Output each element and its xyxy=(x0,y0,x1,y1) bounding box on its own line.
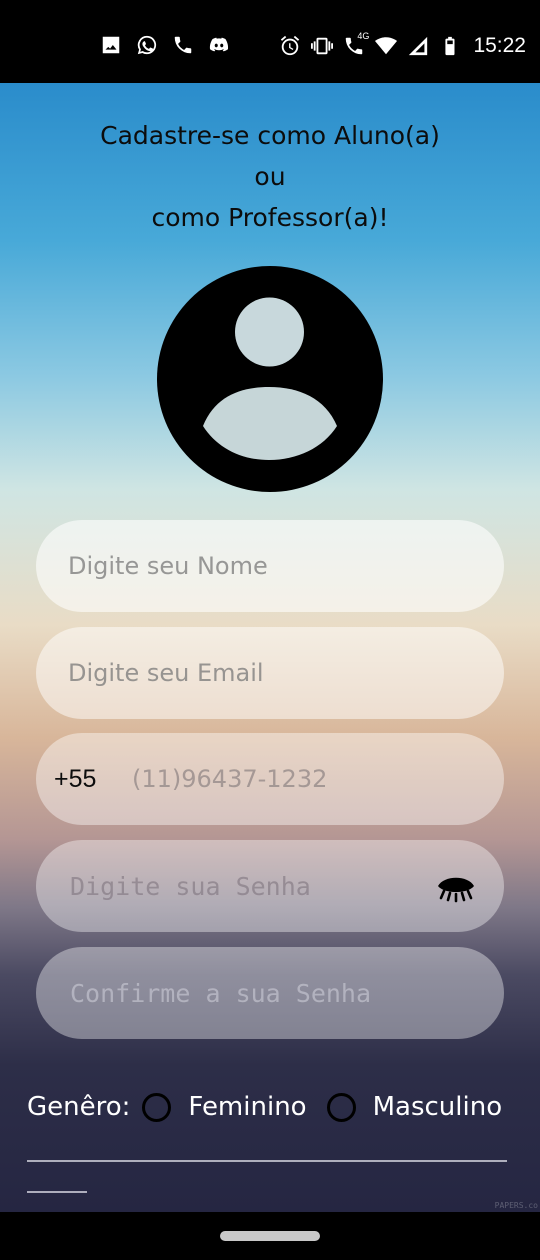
phone-field[interactable]: +55 xyxy=(36,733,504,825)
discord-icon xyxy=(208,34,230,56)
gender-label: Genêro: xyxy=(27,1092,131,1122)
phone-icon xyxy=(172,34,194,56)
page-title: Cadastre-se como Aluno(a) ou como Profes… xyxy=(0,115,540,238)
account-circle-icon xyxy=(157,266,383,492)
radio-masculino[interactable] xyxy=(326,1092,356,1122)
image-icon xyxy=(100,34,122,56)
title-line-1: Cadastre-se como Aluno(a) xyxy=(100,121,440,150)
alarm-icon xyxy=(279,35,301,57)
system-icons: 4G 15:22 xyxy=(279,31,526,58)
password-field[interactable] xyxy=(36,840,504,932)
notification-icons xyxy=(100,34,230,56)
wallpaper-watermark: PAPERS.co xyxy=(494,1201,538,1210)
name-field[interactable] xyxy=(36,520,504,612)
divider xyxy=(27,1160,507,1162)
network-type-label: 4G xyxy=(357,31,370,41)
battery-icon xyxy=(439,35,461,57)
avatar-picker[interactable] xyxy=(157,266,383,492)
whatsapp-icon xyxy=(136,34,158,56)
radio-label-masculino[interactable]: Masculino xyxy=(373,1092,503,1122)
wifi-icon xyxy=(375,35,398,57)
signal-icon xyxy=(407,35,429,57)
title-line-2: ou xyxy=(254,162,286,191)
confirm-password-input[interactable] xyxy=(36,947,504,1039)
gender-selector: Genêro: Feminino Masculino xyxy=(27,1087,517,1127)
status-bar: 4G 15:22 xyxy=(0,0,540,83)
email-field[interactable] xyxy=(36,627,504,719)
home-gesture-handle[interactable] xyxy=(220,1231,320,1241)
navigation-bar xyxy=(0,1212,540,1260)
eye-closed-icon[interactable] xyxy=(436,868,476,904)
vibrate-icon xyxy=(311,35,334,57)
email-input[interactable] xyxy=(36,627,504,719)
name-input[interactable] xyxy=(36,520,504,612)
radio-feminino[interactable] xyxy=(142,1092,172,1122)
divider-short xyxy=(27,1191,87,1193)
country-code-prefix[interactable]: +55 xyxy=(36,765,132,794)
confirm-password-field[interactable] xyxy=(36,947,504,1039)
title-line-3: como Professor(a)! xyxy=(151,203,389,232)
phone-input[interactable] xyxy=(132,733,504,825)
radio-label-feminino[interactable]: Feminino xyxy=(188,1092,306,1122)
password-input[interactable] xyxy=(36,840,504,932)
signup-screen: Cadastre-se como Aluno(a) ou como Profes… xyxy=(0,83,540,1212)
volte-call-icon: 4G xyxy=(343,31,369,57)
status-clock: 15:22 xyxy=(473,34,526,57)
